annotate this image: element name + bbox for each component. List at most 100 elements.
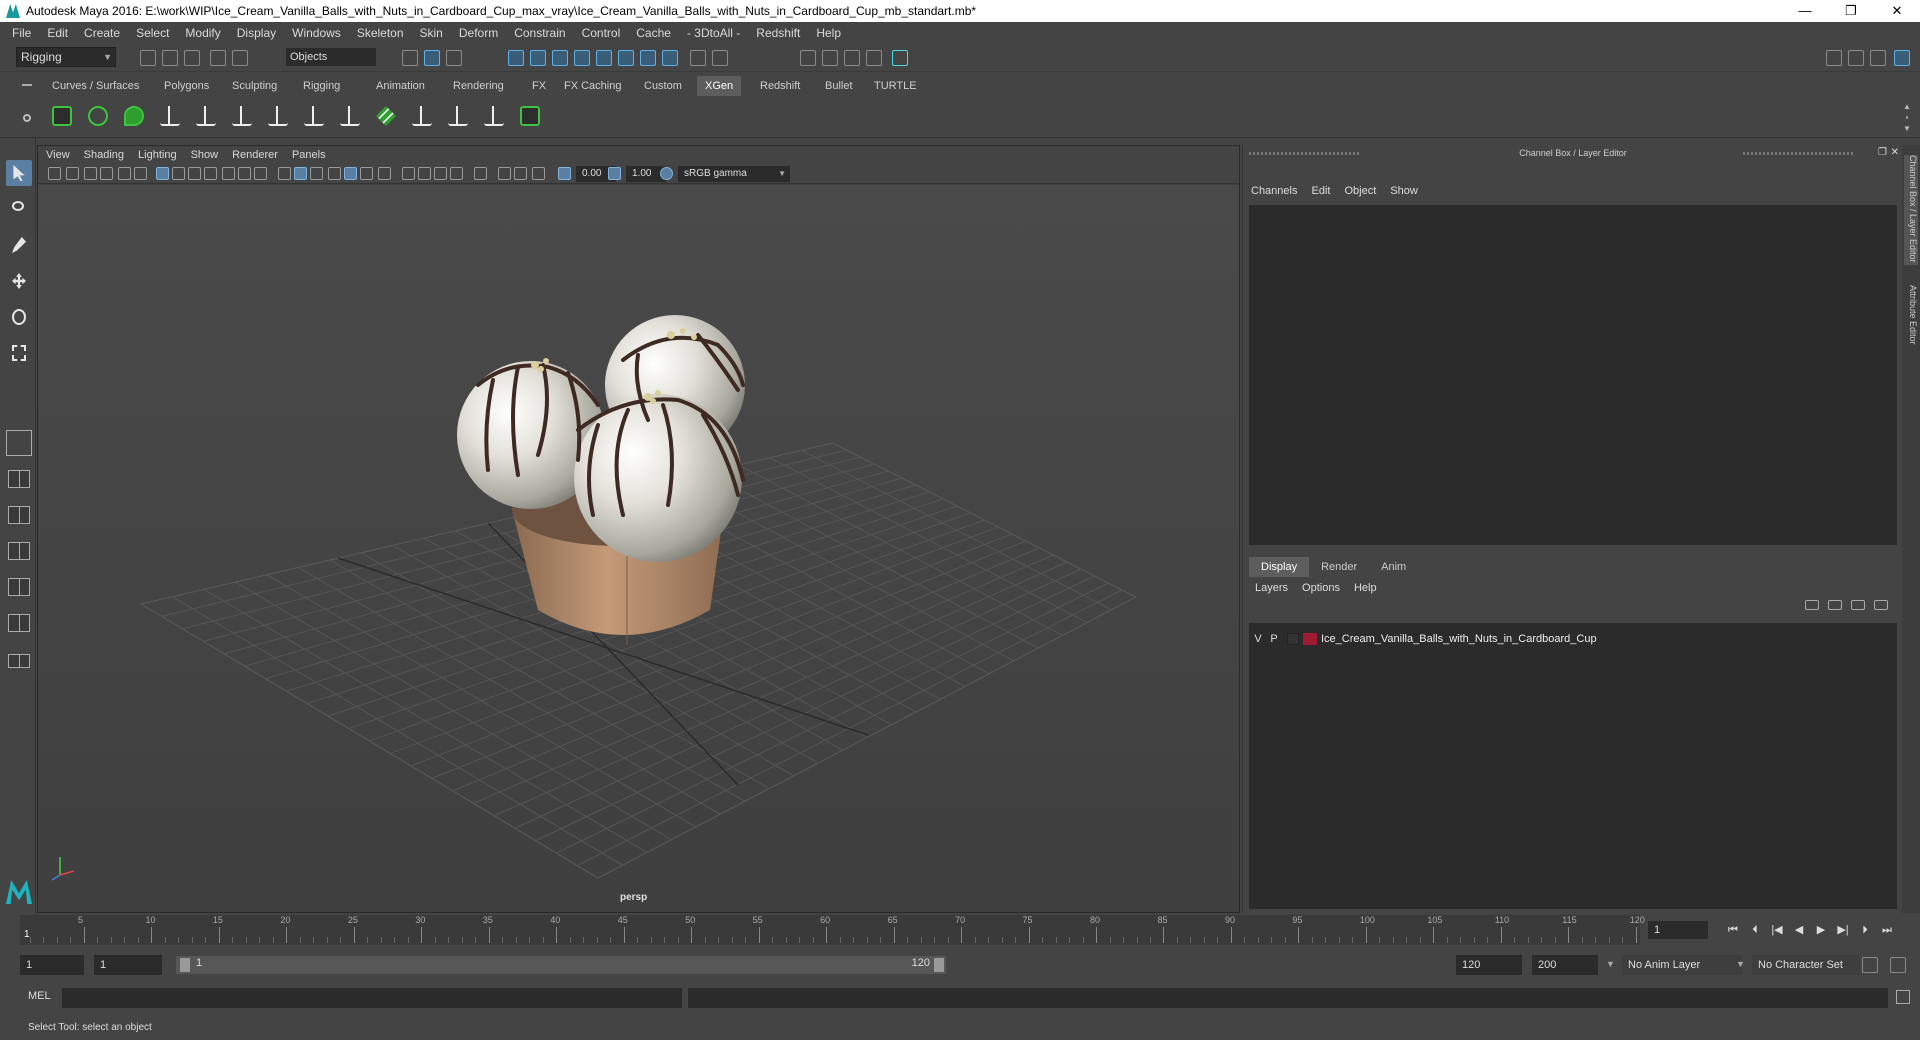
render-view-icon[interactable]: [800, 50, 816, 66]
layer-color-swatch[interactable]: [1303, 633, 1317, 645]
resolution-gate-icon[interactable]: [188, 167, 201, 180]
menu-set-dropdown[interactable]: Rigging ▼: [16, 47, 116, 67]
menu-help[interactable]: Help: [808, 26, 849, 40]
minimize-button[interactable]: —: [1782, 0, 1828, 22]
default-lighting-icon[interactable]: [310, 167, 323, 180]
camera-select-icon[interactable]: [48, 167, 61, 180]
attribute-editor-side-tab[interactable]: Attribute Editor: [1904, 285, 1918, 355]
panel-drag-grip[interactable]: [1743, 152, 1853, 155]
ambient-occlusion-icon[interactable]: [402, 167, 415, 180]
xgen-select-guide-icon[interactable]: [264, 102, 292, 132]
lock-icon[interactable]: [690, 50, 706, 66]
wireframe-icon[interactable]: [278, 167, 291, 180]
symmetry-icon[interactable]: [618, 50, 634, 66]
shelf-tab-animation[interactable]: Animation: [368, 76, 433, 96]
persp-outliner-layout-button[interactable]: [8, 506, 30, 524]
shelf-tab-rigging[interactable]: Rigging: [295, 76, 348, 96]
grid-toggle-icon[interactable]: [156, 167, 169, 180]
menu-control[interactable]: Control: [574, 26, 629, 40]
close-button[interactable]: ✕: [1874, 0, 1920, 22]
menu-edit[interactable]: Edit: [39, 26, 76, 40]
menu-select[interactable]: Select: [128, 26, 177, 40]
close-panel-icon[interactable]: ✕: [1891, 145, 1899, 161]
xgen-length-icon[interactable]: [480, 102, 508, 132]
open-scene-icon[interactable]: [162, 50, 178, 66]
playback-end-field[interactable]: 120: [1456, 955, 1522, 975]
viewport-canvas[interactable]: [38, 185, 1239, 912]
shelf-tab-fx[interactable]: FX: [524, 76, 554, 96]
menu-windows[interactable]: Windows: [284, 26, 349, 40]
select-by-hierarchy-icon[interactable]: [402, 50, 418, 66]
snap-grid-icon[interactable]: [508, 50, 524, 66]
restore-button[interactable]: ❐: [1828, 0, 1874, 22]
channel-menu-show[interactable]: Show: [1390, 185, 1418, 197]
move-tool-button[interactable]: [6, 268, 32, 294]
layer-row[interactable]: V P Ice_Cream_Vanilla_Balls_with_Nuts_in…: [1249, 629, 1897, 649]
channel-box-toggle-icon[interactable]: [1894, 50, 1910, 66]
go-to-end-icon[interactable]: ⏭: [1878, 921, 1896, 939]
float-panel-icon[interactable]: ❐: [1878, 145, 1887, 161]
save-scene-icon[interactable]: [184, 50, 200, 66]
shelf-tab-polygons[interactable]: Polygons: [156, 76, 217, 96]
uv-layout-button[interactable]: [8, 614, 30, 632]
step-back-frame-icon[interactable]: ⏴: [1746, 921, 1764, 939]
rotate-tool-button[interactable]: [6, 304, 32, 330]
auto-key-icon[interactable]: [1862, 957, 1878, 973]
menu-create[interactable]: Create: [76, 26, 128, 40]
move-layer-down-icon[interactable]: [1828, 600, 1842, 610]
undo-icon[interactable]: [210, 50, 226, 66]
snap-point-icon[interactable]: [552, 50, 568, 66]
animation-end-field[interactable]: 200: [1532, 955, 1598, 975]
panel-drag-grip[interactable]: [1249, 152, 1359, 155]
playback-start-field[interactable]: 1: [94, 955, 162, 975]
new-scene-icon[interactable]: [140, 50, 156, 66]
new-layer-from-selected-icon[interactable]: [1874, 600, 1888, 610]
layout-options-button[interactable]: [8, 654, 30, 668]
hypershade-icon[interactable]: [892, 50, 908, 66]
snap-live-icon[interactable]: [596, 50, 612, 66]
anti-aliasing-icon[interactable]: [434, 167, 447, 180]
snap-curve-icon[interactable]: [530, 50, 546, 66]
exposure-icon[interactable]: [558, 167, 571, 180]
camera-attributes-icon[interactable]: [66, 167, 79, 180]
layer-tab-anim[interactable]: Anim: [1369, 557, 1418, 577]
xgen-primitives-icon[interactable]: [120, 102, 148, 132]
layer-name[interactable]: Ice_Cream_Vanilla_Balls_with_Nuts_in_Car…: [1321, 633, 1597, 645]
xgen-toggle-icon[interactable]: [516, 102, 544, 132]
layer-display-type[interactable]: [1287, 633, 1299, 645]
animation-start-field[interactable]: 1: [20, 955, 84, 975]
shelf-tab-sculpting[interactable]: Sculpting: [224, 76, 285, 96]
wireframe-on-shaded-icon[interactable]: [328, 167, 341, 180]
ipr-render-icon[interactable]: [844, 50, 860, 66]
step-back-key-icon[interactable]: |◀: [1768, 921, 1786, 939]
xray-joints-icon[interactable]: [514, 167, 527, 180]
menu-file[interactable]: File: [4, 26, 39, 40]
hypershade-layout-button[interactable]: [8, 578, 30, 596]
xgen-layers-icon[interactable]: [372, 102, 400, 132]
shelf-tab-redshift[interactable]: Redshift: [752, 76, 808, 96]
layer-visibility-toggle[interactable]: V: [1251, 633, 1265, 645]
menu-display[interactable]: Display: [229, 26, 284, 40]
scale-tool-button[interactable]: [6, 340, 32, 366]
motion-blur-icon[interactable]: [418, 167, 431, 180]
use-all-lights-icon[interactable]: [360, 167, 373, 180]
shadows-icon[interactable]: [378, 167, 391, 180]
view-transform-dropdown[interactable]: sRGB gamma ▼: [678, 166, 790, 182]
time-slider[interactable]: 1 5 10 15 20 25 30 35 40 45 50 55 60 65 70 75 80 85 90 95 1…: [20, 915, 1645, 945]
channel-menu-edit[interactable]: Edit: [1311, 185, 1330, 197]
persp-graph-layout-button[interactable]: [8, 542, 30, 560]
command-input[interactable]: [62, 988, 682, 1008]
character-set-dropdown[interactable]: No Character Set: [1752, 955, 1860, 975]
shelf-gear-icon[interactable]: [23, 114, 31, 122]
shelf-tab-turtle[interactable]: TURTLE: [866, 76, 925, 96]
shelf-tab-curves-surfaces[interactable]: Curves / Surfaces: [44, 76, 147, 96]
xgen-guide-sculpt-icon[interactable]: [336, 102, 364, 132]
layer-menu-layers[interactable]: Layers: [1255, 582, 1288, 594]
2d-pan-zoom-icon[interactable]: [118, 167, 131, 180]
menu-constrain[interactable]: Constrain: [506, 26, 573, 40]
safe-title-icon[interactable]: [254, 167, 267, 180]
shelf-tab-fx-caching[interactable]: FX Caching: [556, 76, 629, 96]
range-start-handle[interactable]: [180, 958, 190, 972]
viewport-menu-show[interactable]: Show: [191, 149, 219, 161]
layer-tab-render[interactable]: Render: [1309, 557, 1369, 577]
